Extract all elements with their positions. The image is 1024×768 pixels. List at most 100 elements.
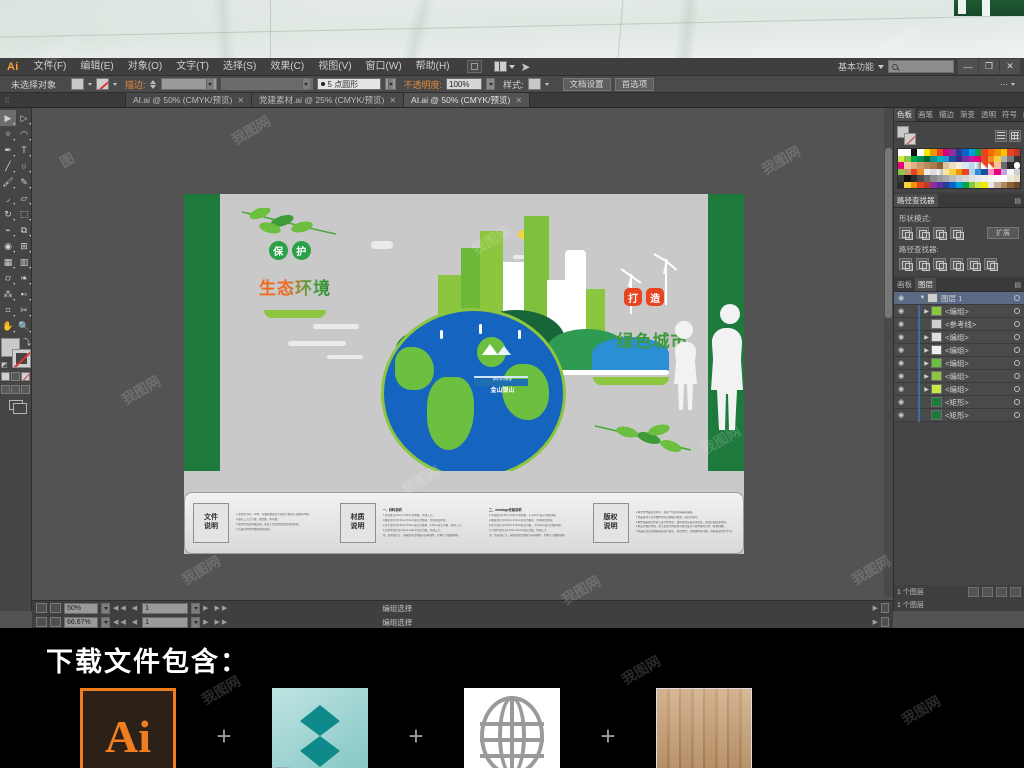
opacity-chevron-icon[interactable] — [486, 78, 496, 90]
panel-menu-icon[interactable]: ▤ — [1020, 108, 1024, 121]
hand-tool[interactable]: ✋ — [0, 318, 16, 334]
overflow-chevron-icon[interactable] — [1011, 82, 1015, 86]
cc-sync-icon[interactable]: ➤ — [515, 60, 537, 74]
current-tool-label[interactable]: 编组选择 — [382, 603, 412, 614]
paintbrush-tool[interactable]: 🖌 — [0, 174, 16, 190]
shape-builder-tool[interactable]: ◉ — [0, 238, 16, 254]
canvas-vertical-scrollbar[interactable] — [884, 108, 893, 597]
outline-button[interactable] — [967, 258, 981, 271]
layer-row[interactable]: ◉ <参考线> — [894, 317, 1024, 331]
canvas-area[interactable]: 绿水青山就是 金山银山 保 护 生态环境 打 造 绿色城市 文件 说明 1.源文… — [32, 108, 893, 611]
type-tool[interactable]: T — [16, 142, 32, 158]
chevron-right-icon[interactable]: ▶ — [922, 386, 931, 393]
menu-item-help[interactable]: 帮助(H) — [409, 59, 457, 75]
stroke-profile-combo[interactable] — [220, 78, 313, 90]
mesh-tool[interactable]: ▦ — [0, 254, 16, 270]
eye-icon[interactable]: ◉ — [894, 385, 908, 393]
preferences-button[interactable]: 首选项 — [614, 77, 655, 91]
chevron-right-icon[interactable]: ▶ — [922, 373, 931, 380]
direct-selection-tool[interactable]: ▷ — [16, 110, 32, 126]
layer-row[interactable]: ◉ ▶ <编组> — [894, 356, 1024, 370]
menu-item-object[interactable]: 对象(O) — [121, 59, 169, 75]
menu-item-select[interactable]: 选择(S) — [216, 59, 263, 75]
eye-icon[interactable]: ◉ — [894, 359, 908, 367]
perspective-grid-tool[interactable]: ⊞ — [16, 238, 32, 254]
close-icon[interactable]: ✕ — [515, 96, 522, 105]
width-tool[interactable]: ⌁ — [0, 222, 16, 238]
stroke-weight-stepper[interactable] — [149, 79, 156, 89]
color-button[interactable] — [1, 372, 10, 381]
list-view-button[interactable] — [995, 129, 1007, 142]
draw-normal-button[interactable] — [1, 385, 10, 394]
zoom-level-input-2[interactable]: 66.67% — [64, 616, 98, 628]
intersect-button[interactable] — [933, 227, 947, 240]
zoom-level-input[interactable]: 50% — [64, 602, 98, 614]
fill-stroke-control[interactable]: ⤵ ◩ — [1, 338, 31, 369]
eye-icon[interactable]: ◉ — [894, 333, 908, 341]
stroke-chevron-icon[interactable] — [113, 82, 117, 86]
line-segment-tool[interactable]: ╱ — [0, 158, 16, 174]
tab-stroke[interactable]: 描边 — [936, 108, 957, 121]
eye-icon[interactable]: ◉ — [894, 372, 908, 380]
bridge-button[interactable] — [466, 60, 482, 73]
restore-button[interactable]: ❐ — [979, 59, 999, 74]
artboard-tool[interactable]: ⌗ — [0, 302, 16, 318]
scroll-thumb[interactable] — [885, 148, 892, 318]
document-setup-button[interactable]: 文档设置 — [562, 77, 611, 91]
menu-item-type[interactable]: 文字(T) — [169, 59, 216, 75]
target-indicator[interactable] — [1010, 295, 1024, 301]
draw-inside-button[interactable] — [21, 385, 30, 394]
chevron-right-icon[interactable]: ▶ — [922, 360, 931, 367]
zoom-chevron-icon[interactable] — [101, 602, 110, 614]
free-transform-tool[interactable]: ⧉ — [16, 222, 32, 238]
panel-fill-stroke[interactable] — [897, 126, 916, 145]
column-graph-tool[interactable]: ▪▫ — [16, 286, 32, 302]
artboard-nav-buttons[interactable]: ◀◀ ◀ — [113, 604, 139, 612]
symbol-sprayer-tool[interactable]: ⁂ — [0, 286, 16, 302]
tab-brushes[interactable]: 画笔 — [915, 108, 936, 121]
fill-color-swatch[interactable] — [71, 78, 84, 90]
artboard-nav-icon[interactable] — [36, 603, 47, 613]
close-icon[interactable]: ✕ — [389, 96, 396, 105]
layer-row[interactable]: ◉ ▼ 图层 1 — [894, 292, 1024, 305]
close-icon[interactable]: ✕ — [237, 96, 244, 105]
target-indicator[interactable] — [1010, 308, 1024, 314]
fit-artboard-icon[interactable] — [50, 603, 61, 613]
eye-icon[interactable]: ◉ — [894, 294, 908, 302]
eraser-tool[interactable]: ▱ — [16, 190, 32, 206]
slice-tool[interactable]: ✂ — [16, 302, 32, 318]
new-layer-button[interactable] — [996, 586, 1007, 597]
minimize-button[interactable]: — — [958, 59, 978, 74]
unite-button[interactable] — [899, 227, 913, 240]
gradient-tool[interactable]: ▥ — [16, 254, 32, 270]
eye-icon[interactable]: ◉ — [894, 398, 908, 406]
blend-tool[interactable]: ❧ — [16, 270, 32, 286]
specification-panel[interactable]: 文件 说明 1.源文件为AI、CDR、可编辑修改文字和文字颜色以及图片内容； 2… — [184, 492, 744, 554]
artboard-nav-buttons-next[interactable]: ▶ ▶▶ — [203, 604, 229, 612]
tab-artboards[interactable]: 画板 — [894, 278, 915, 291]
layer-row[interactable]: ◉ ▶ <编组> — [894, 369, 1024, 383]
layer-row[interactable]: ◉ ▶ <编组> — [894, 382, 1024, 396]
minus-front-button[interactable] — [916, 227, 930, 240]
close-button[interactable]: ✕ — [1000, 59, 1020, 74]
workspace-chevron-icon[interactable] — [878, 64, 884, 69]
document-tab-3[interactable]: AI.ai @ 50% (CMYK/预览) ✕ — [404, 93, 531, 107]
layer-row[interactable]: ◉ <矩形> — [894, 395, 1024, 409]
menu-item-edit[interactable]: 编辑(E) — [73, 59, 120, 75]
ellipse-tool[interactable]: ○ — [16, 158, 32, 174]
document-tab-2[interactable]: 党建素材.ai @ 25% (CMYK/预览) ✕ — [252, 93, 405, 107]
artboard-number-input[interactable]: 1 — [142, 602, 189, 614]
menu-item-file[interactable]: 文件(F) — [27, 59, 74, 75]
artboard-number-input-2[interactable]: 1 — [142, 616, 189, 628]
tab-symbols[interactable]: 符号 — [999, 108, 1020, 121]
new-sublayer-button[interactable] — [982, 586, 993, 597]
artboard-nav-buttons-next-2[interactable]: ▶ ▶▶ — [203, 618, 229, 626]
search-input[interactable] — [888, 60, 954, 73]
layer-row[interactable]: ◉ ▶ <编组> — [894, 343, 1024, 357]
brush-chevron[interactable] — [384, 78, 396, 90]
artboard-nav-buttons-2[interactable]: ◀◀ ◀ — [113, 618, 139, 626]
panel-menu-icon[interactable]: ▤ — [1011, 194, 1024, 207]
trim-button[interactable] — [916, 258, 930, 271]
eyedropper-tool[interactable]: ⌭ — [0, 270, 16, 286]
screen-mode-button[interactable] — [0, 396, 31, 414]
